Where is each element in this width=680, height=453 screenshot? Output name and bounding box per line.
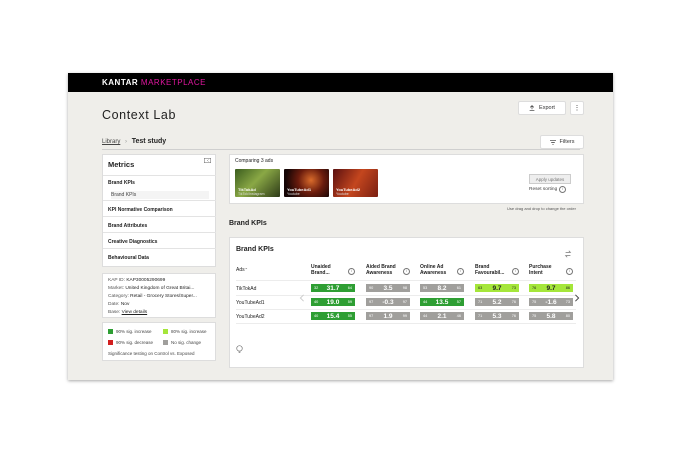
compare-title: Comparing 3 ads [235,158,274,164]
table-divider [236,309,576,310]
export-button[interactable]: Export [518,101,566,115]
row-label-youtube2: YouTubeAd2 [236,314,265,320]
table-divider [236,323,576,324]
brand-logo[interactable]: KANTAR MARKETPLACE [102,78,206,87]
metrics-title: Metrics [108,160,135,169]
collapse-panel-icon[interactable] [204,158,211,163]
metric-creative-diagnostics[interactable]: Creative Diagnostics [108,239,157,245]
ad-thumbnail-tiktok[interactable]: TikTokAd TikTok/Instagram [235,169,280,197]
kpi-cell[interactable]: 97 -0.3 97 [366,298,410,306]
legend-item: No sig. change [163,340,201,345]
page-title: Context Lab [102,108,177,122]
brand-kpis-card: Brand KPIs Ads⌃ Unaided Brand... i Aided … [229,237,584,368]
info-icon[interactable]: i [457,268,464,275]
metrics-divider [103,175,216,176]
info-icon[interactable]: i [403,268,410,275]
kpi-cell[interactable]: 32 31.7 64 [311,284,355,292]
chevron-right-icon[interactable] [574,294,580,302]
table-divider [236,280,576,281]
metric-brand-attributes[interactable]: Brand Attributes [108,223,147,229]
legend-item: 90% sig. increase [108,329,152,334]
kpi-cell[interactable]: 40 19.0 59 [311,298,355,306]
ad-thumbnail-youtube2[interactable]: YouTubeAd2 Youtube [333,169,378,197]
row-label-tiktok: TikTokAd [236,286,257,292]
kpi-cell[interactable]: 71 5.3 76 [475,312,519,320]
kpi-cell[interactable]: 40 15.4 55 [311,312,355,320]
kpi-cell[interactable]: 71 5.2 76 [475,298,519,306]
top-bar: KANTAR MARKETPLACE [68,73,613,92]
view-details-link[interactable]: View details [122,310,148,315]
kpi-cell[interactable]: 53 8.2 61 [420,284,464,292]
compare-ads-panel: Comparing 3 ads TikTokAd TikTok/Instagra… [229,154,584,204]
study-info-panel: KAP ID: KAP30005290699 Market: United Ki… [102,273,216,318]
metrics-divider [103,232,216,233]
apply-updates-button[interactable]: Apply updates [529,174,571,184]
drag-hint: Use drag and drop to change the order [507,206,576,211]
info-icon[interactable]: i [512,268,519,275]
kpi-cell[interactable]: 75 5.8 80 [529,312,573,320]
filter-icon [549,139,556,145]
info-icon[interactable]: i [566,268,573,275]
column-header-online-ad[interactable]: Online Ad Awareness [420,264,446,276]
column-header-aided[interactable]: Aided Brand Awareness [366,264,396,276]
market-value: United Kingdom of Great Britai... [125,286,195,291]
kap-id-value: KAP30005290699 [126,278,166,283]
kpi-cell[interactable]: 76 9.7 86 [529,284,573,292]
kpi-cell[interactable]: 75 -1.6 73 [529,298,573,306]
metrics-divider [103,216,216,217]
metric-brand-kpis[interactable]: Brand KPIs [108,180,135,186]
upload-icon [529,105,535,111]
more-options-button[interactable]: ⋮ [570,101,584,115]
breadcrumb-library-link[interactable]: Library [102,139,120,145]
metric-behavioural-data[interactable]: Behavioural Data [108,255,149,261]
date-value: Nov [120,302,130,307]
row-label-youtube1: YouTubeAd1 [236,300,265,306]
kpi-cell[interactable]: 90 3.5 98 [366,284,410,292]
legend-item: 80% sig. increase [163,329,207,334]
header-divider [102,149,580,150]
legend-note: Significance testing on Control vs. Expo… [108,351,195,356]
kpi-cell[interactable]: 97 1.9 99 [366,312,410,320]
reset-sorting-button[interactable]: Reset sorting i [529,186,567,193]
breadcrumb-separator: › [125,139,128,145]
breadcrumb: Library › Test study [102,138,166,145]
chevron-left-icon[interactable] [299,294,305,302]
kpi-cell[interactable]: 63 9.7 73 [475,284,519,292]
refresh-icon[interactable] [564,250,572,258]
kpi-cell[interactable]: 44 2.1 46 [420,312,464,320]
metrics-panel: Metrics Brand KPIs Brand KPIs KPI Normat… [102,154,216,267]
metrics-divider [103,200,216,201]
ad-thumbnail-youtube1[interactable]: YouTubeAd1 Youtube [284,169,329,197]
info-icon[interactable]: i [348,268,355,275]
ads-column-header[interactable]: Ads⌃ [236,267,248,274]
metric-sub-brand-kpis[interactable]: Brand KPIs [111,191,209,199]
category-value: Retail - Grocery Stores/Super... [130,294,197,299]
section-title: Brand KPIs [229,220,267,227]
column-header-purchase[interactable]: Purchase Intent [529,264,552,276]
metrics-divider [103,248,216,249]
column-header-favourability[interactable]: Brand Favourabil... [475,264,504,276]
info-icon: i [559,186,567,193]
table-divider [236,295,576,296]
legend-item: 90% sig. decrease [108,340,153,345]
kpi-cell[interactable]: 44 13.5 57 [420,298,464,306]
kpi-card-title: Brand KPIs [236,246,274,253]
app-window: KANTAR MARKETPLACE Context Lab Export ⋮ … [68,73,613,380]
metric-kpi-normative[interactable]: KPI Normative Comparison [108,207,173,213]
breadcrumb-current: Test study [131,138,167,145]
lightbulb-icon[interactable] [236,345,243,354]
filters-button[interactable]: Filters [540,135,584,149]
significance-legend: 90% sig. increase 80% sig. increase 90% … [102,322,216,361]
column-header-unaided[interactable]: Unaided Brand... [311,264,331,276]
